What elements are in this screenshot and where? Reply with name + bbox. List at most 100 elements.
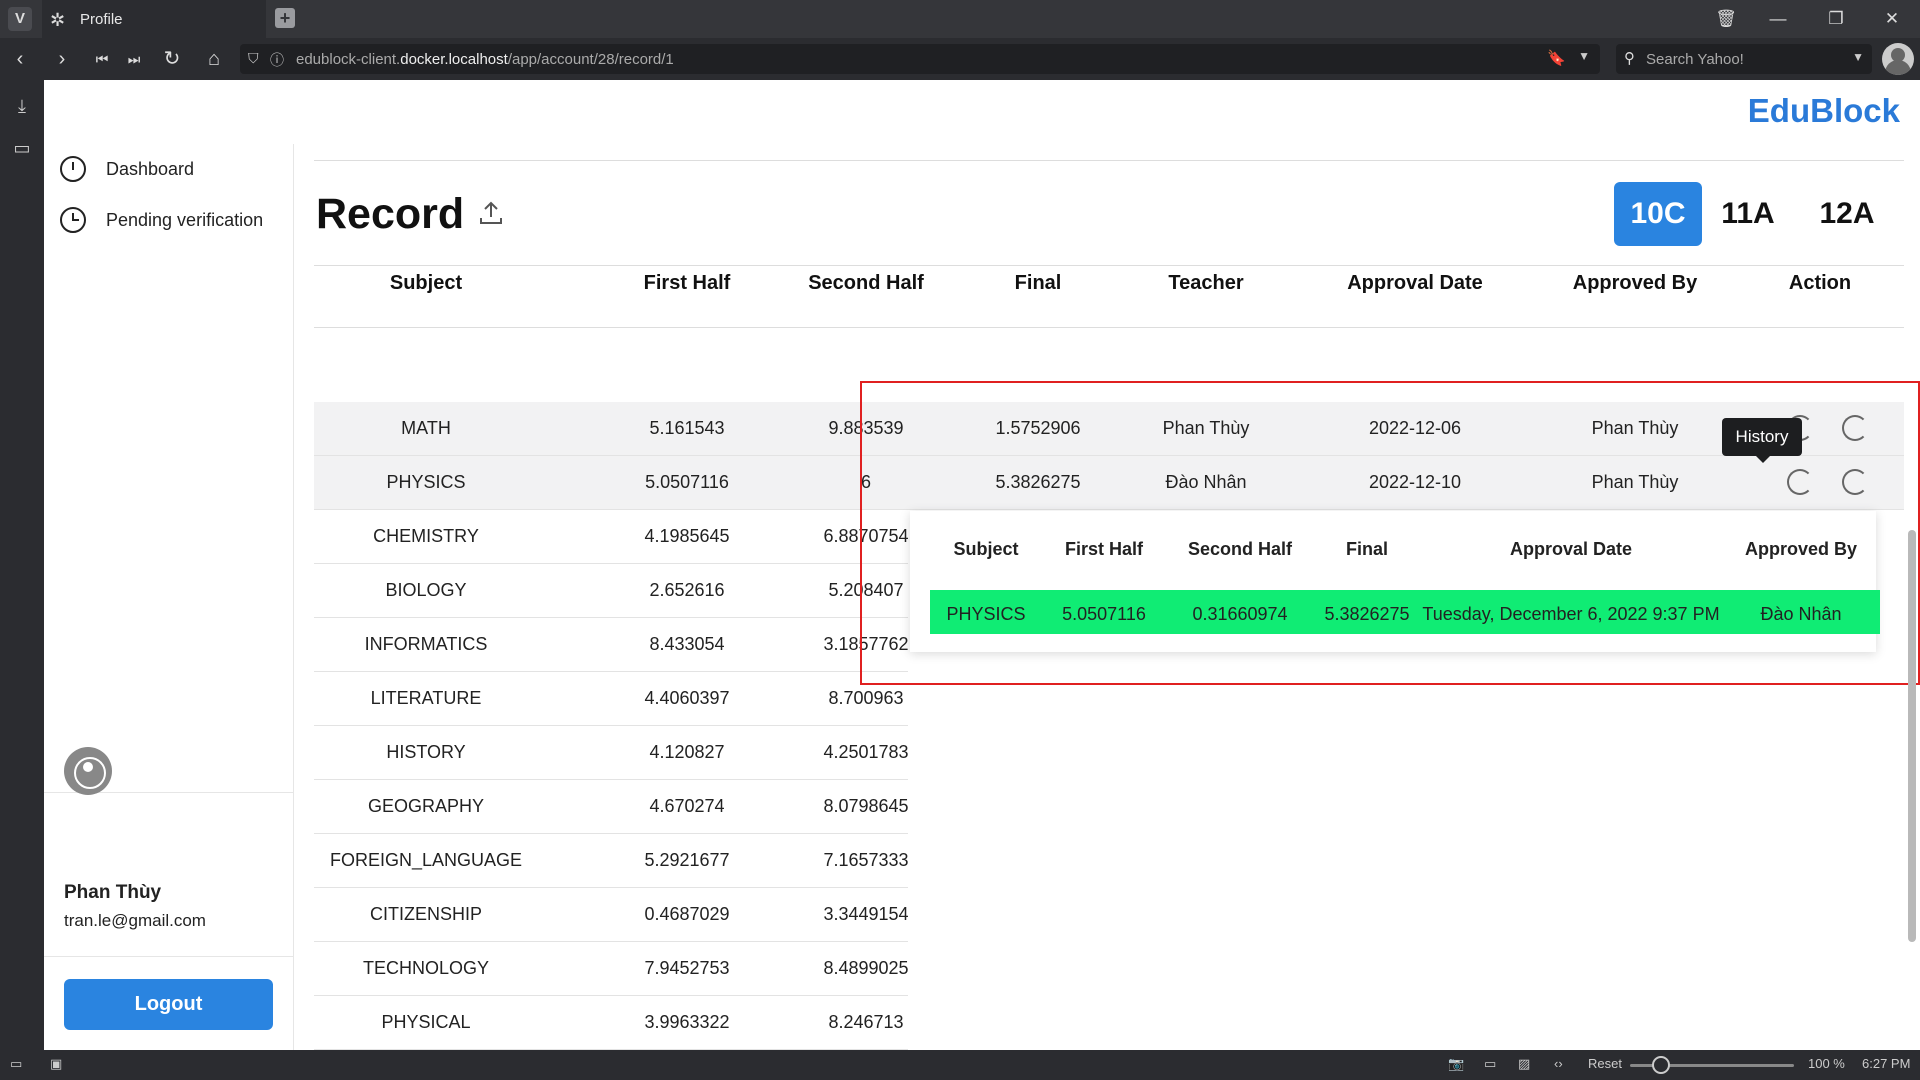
cell-second-half: 9.883539 — [828, 418, 904, 438]
cell-first-half: 7.9452753 — [644, 958, 730, 978]
reload-icon[interactable]: ↻ — [158, 46, 186, 72]
search-input[interactable]: ⚲ Search Yahoo! ▼ — [1616, 44, 1872, 74]
cell-subject: GEOGRAPHY — [367, 796, 485, 816]
bookmark-icon[interactable]: 🔖 — [1547, 49, 1566, 67]
url-text: edublock-client.docker.localhost/app/acc… — [296, 51, 674, 68]
table-row: TECHNOLOGY 7.9452753 8.4899025 — [314, 942, 909, 996]
cell-first-half: 2.652616 — [649, 580, 725, 600]
cell-final: 1.5752906 — [995, 418, 1081, 438]
table-row: MATH 5.161543 9.883539 1.5752906 Phan Th… — [314, 402, 1904, 456]
cell-subject: CHEMISTRY — [373, 526, 479, 546]
history-cell-approved-by: Đào Nhân — [1760, 604, 1842, 624]
refresh-icon[interactable] — [1842, 469, 1868, 495]
window-icon[interactable]: ▭ — [1484, 1056, 1496, 1072]
panel-toggle-icon[interactable]: ▭ — [10, 1056, 22, 1072]
table-row: GEOGRAPHY 4.670274 8.0798645 — [314, 780, 909, 834]
history-cell-second-half: 0.31660974 — [1192, 604, 1288, 624]
cell-second-half: 6 — [860, 472, 872, 492]
downloads-icon[interactable]: ⤓ — [10, 96, 34, 120]
clock-icon — [60, 207, 86, 233]
panel-window-icon[interactable]: ▭ — [10, 138, 34, 162]
cell-second-half: 8.4899025 — [823, 958, 909, 978]
table-row: BIOLOGY 2.652616 5.208407 — [314, 564, 908, 618]
tab-title: Profile — [80, 11, 123, 28]
browser-tab[interactable]: ✲ Profile — [42, 0, 266, 38]
history-icon[interactable] — [1787, 469, 1813, 495]
shield-icon[interactable]: ⛉ — [248, 50, 259, 67]
sidebar-item-label: Pending verification — [106, 209, 264, 230]
cell-first-half: 4.4060397 — [644, 688, 730, 708]
user-email: tran.le@gmail.com — [64, 911, 206, 930]
image-icon[interactable]: ▨ — [1518, 1056, 1530, 1072]
rewind-icon[interactable]: ⏮ — [88, 46, 116, 72]
history-col-subject: Subject — [953, 539, 1019, 559]
cell-approval-date: 2022-12-06 — [1368, 418, 1462, 438]
cell-subject: MATH — [401, 418, 451, 438]
cell-second-half: 5.208407 — [828, 580, 904, 600]
table-row: INFORMATICS 8.433054 3.1857762 — [314, 618, 909, 672]
fast-forward-icon[interactable]: ⏭ — [120, 46, 148, 72]
home-icon[interactable]: ⌂ — [200, 46, 228, 72]
new-tab-button[interactable]: + — [275, 8, 295, 28]
code-icon[interactable]: ‹› — [1554, 1056, 1563, 1071]
history-tooltip: History — [1722, 418, 1802, 463]
table-row: PHYSICAL 3.9963322 8.246713 — [314, 996, 908, 1050]
cell-approval-date: 2022-12-10 — [1368, 472, 1462, 492]
sidebar-item-pending-verification[interactable]: Pending verification — [60, 205, 263, 235]
url-dropdown-icon[interactable]: ▼ — [1578, 49, 1590, 63]
history-col-final: Final — [1345, 539, 1389, 559]
cell-subject: PHYSICS — [386, 472, 466, 492]
upload-icon[interactable] — [478, 200, 504, 226]
zoom-slider-handle[interactable] — [1652, 1056, 1670, 1074]
cell-second-half: 7.1657333 — [823, 850, 909, 870]
avatar — [64, 747, 112, 795]
cell-first-half: 0.4687029 — [644, 904, 730, 924]
table-row: PHYSICS 5.0507116 6 5.3826275 Đào Nhân 2… — [314, 456, 1904, 510]
minimize-button[interactable]: — — [1764, 6, 1792, 32]
cell-approved-by: Phan Thùy — [1591, 418, 1679, 438]
search-engine-dropdown-icon[interactable]: ▼ — [1852, 50, 1864, 64]
grade-tab-10c[interactable]: 10C — [1614, 182, 1702, 246]
search-icon: ⚲ — [1624, 50, 1635, 67]
grade-tab-11a[interactable]: 11A — [1702, 182, 1794, 246]
cell-second-half: 8.700963 — [828, 688, 904, 708]
cell-second-half: 6.8870754 — [823, 526, 909, 546]
restore-button[interactable]: ❐ — [1822, 6, 1850, 32]
back-icon[interactable]: ‹ — [6, 46, 34, 72]
cell-subject: LITERATURE — [370, 688, 482, 708]
cell-subject: INFORMATICS — [364, 634, 488, 654]
browser-side-panel: ⤓ ▭ — [0, 80, 44, 1050]
close-window-button[interactable]: ✕ — [1878, 6, 1906, 32]
logout-button[interactable]: Logout — [64, 979, 273, 1030]
history-cell-subject: PHYSICS — [946, 604, 1026, 624]
cell-first-half: 3.9963322 — [644, 1012, 730, 1032]
forward-icon[interactable]: › — [48, 46, 76, 72]
grade-tab-12a[interactable]: 12A — [1798, 182, 1896, 246]
info-icon[interactable]: ⓘ — [270, 50, 284, 70]
page-title: Record — [316, 190, 465, 238]
history-cell-first-half: 5.0507116 — [1062, 604, 1146, 624]
cell-teacher: Đào Nhân — [1165, 472, 1247, 492]
cell-first-half: 5.161543 — [649, 418, 725, 438]
cell-subject: HISTORY — [386, 742, 466, 762]
zoom-reset[interactable]: Reset — [1588, 1056, 1622, 1071]
tiling-icon[interactable]: ▣ — [50, 1056, 62, 1072]
table-row: HISTORY 4.120827 4.2501783 — [314, 726, 909, 780]
camera-icon[interactable]: 📷 — [1448, 1056, 1464, 1072]
cell-teacher: Phan Thùy — [1162, 418, 1250, 438]
clock-time: 6:27 PM — [1862, 1056, 1911, 1071]
url-field[interactable]: ⛉ ⓘ edublock-client.docker.localhost/app… — [240, 44, 1600, 74]
col-header-subject: Subject — [389, 272, 463, 294]
page-scrollbar[interactable] — [1908, 530, 1916, 942]
col-header-teacher: Teacher — [1168, 272, 1244, 294]
refresh-icon[interactable] — [1842, 415, 1868, 441]
sidebar-item-dashboard[interactable]: Dashboard — [60, 154, 194, 184]
browser-profile-avatar[interactable] — [1882, 43, 1914, 75]
cell-second-half: 3.3449154 — [823, 904, 909, 924]
browser-menu-button[interactable]: V — [8, 7, 32, 31]
table-row: CHEMISTRY 4.1985645 6.8870754 — [314, 510, 909, 564]
divider — [314, 160, 1904, 161]
cell-approved-by: Phan Thùy — [1591, 472, 1679, 492]
col-header-second-half: Second Half — [808, 272, 924, 294]
trash-icon[interactable]: 🗑 — [1712, 6, 1740, 32]
